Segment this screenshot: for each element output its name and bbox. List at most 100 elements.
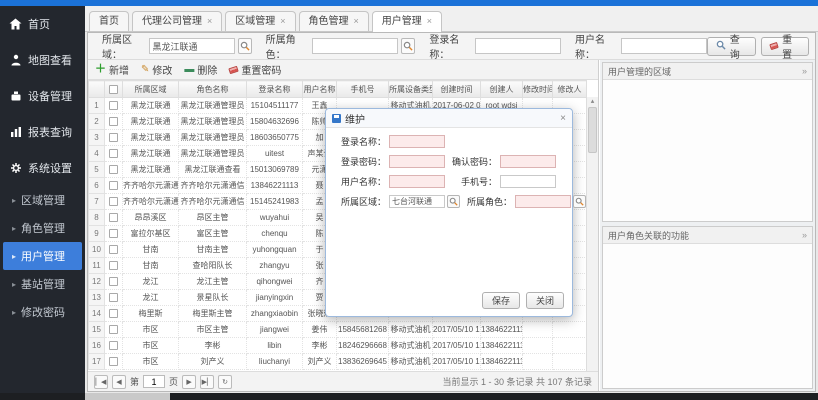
row-checkbox[interactable] (109, 357, 118, 366)
region-field[interactable] (389, 195, 445, 208)
row-checkbox[interactable] (109, 245, 118, 254)
row-checkbox[interactable] (109, 181, 118, 190)
user-name-field[interactable] (389, 175, 445, 188)
row-checkbox[interactable] (109, 309, 118, 318)
search-role-label: 所属角色： (266, 31, 310, 61)
sidebar-item-user-management[interactable]: ▸ 用户管理 (3, 242, 82, 270)
save-button[interactable]: 保存 (482, 292, 520, 309)
select-all-checkbox[interactable] (109, 85, 118, 94)
column-header[interactable]: 所属区域 (123, 81, 179, 98)
tab-close-icon[interactable]: × (354, 12, 359, 31)
row-checkbox[interactable] (109, 133, 118, 142)
row-checkbox[interactable] (109, 261, 118, 270)
search-role-input[interactable] (312, 38, 398, 54)
column-header[interactable]: 修改时间 (523, 81, 553, 98)
confirm-password-field[interactable] (500, 155, 556, 168)
table-cell (553, 322, 587, 338)
table-cell (553, 354, 587, 370)
collapse-right-icon[interactable]: » (802, 230, 807, 240)
role-field[interactable] (515, 195, 571, 208)
table-cell: 黑龙江联通 (123, 98, 179, 114)
tab-user-management[interactable]: 用户管理× (372, 11, 442, 32)
column-header[interactable]: 创建时间 (433, 81, 481, 98)
query-button[interactable]: 查询 (707, 37, 756, 56)
reset-password-button[interactable]: 重置密码 (229, 62, 281, 77)
tab-close-icon[interactable]: × (280, 12, 285, 31)
row-checkbox[interactable] (109, 197, 118, 206)
sidebar-item-map-view[interactable]: 地图查看 (0, 42, 85, 78)
row-checkbox[interactable] (109, 293, 118, 302)
grid-vertical-scrollbar[interactable]: ▴ (586, 97, 598, 371)
region-lookup-button[interactable] (447, 195, 460, 208)
region-label: 所属区域： (334, 195, 386, 208)
sidebar-item-basestation-management[interactable]: ▸ 基站管理 (0, 270, 85, 298)
sidebar-item-home[interactable]: 首页 (0, 6, 85, 42)
sidebar-item-change-password[interactable]: ▸ 修改密码 (0, 298, 85, 326)
role-lookup-button[interactable] (573, 195, 586, 208)
row-checkbox[interactable] (109, 149, 118, 158)
row-checkbox[interactable] (109, 101, 118, 110)
dialog-close-icon[interactable]: × (560, 113, 566, 124)
refresh-icon[interactable]: ↻ (218, 375, 232, 389)
table-row[interactable]: 15市区市区主管jiangwei姜伟15845681268移动式油机2017/0… (89, 322, 587, 338)
first-page-button[interactable]: ▏◀ (94, 375, 108, 389)
row-checkbox[interactable] (109, 229, 118, 238)
table-row[interactable]: 17市区刘产义liuchanyi刘产义13836269645移动式油机2017/… (89, 354, 587, 370)
region-lookup-button[interactable] (238, 38, 252, 54)
table-cell: 黑龙江联通 (123, 146, 179, 162)
column-header[interactable]: 修改人 (553, 81, 587, 98)
column-header[interactable]: 所属设备类型 (389, 81, 433, 98)
search-user-name-input[interactable] (621, 38, 707, 54)
table-cell: 15013069789 (247, 162, 303, 178)
sidebar-item-reports[interactable]: 报表查询 (0, 114, 85, 150)
table-cell: 齐齐哈尔元潇通信 (179, 194, 247, 210)
column-header[interactable]: 创建人 (481, 81, 523, 98)
tab-role-management[interactable]: 角色管理× (299, 11, 369, 31)
login-name-field[interactable] (389, 135, 445, 148)
search-login-name-input[interactable] (475, 38, 561, 54)
mobile-field[interactable] (500, 175, 556, 188)
table-cell: 移动式油机 (389, 354, 433, 370)
table-cell: 齐齐哈尔元潇通信 (123, 194, 179, 210)
table-row[interactable]: 16市区李彬libin李彬18246296668移动式油机2017/05/10 … (89, 338, 587, 354)
search-region-input[interactable] (149, 38, 235, 54)
table-cell: 黑龙江联通查看 (179, 162, 247, 178)
table-cell: libin (247, 338, 303, 354)
prev-page-button[interactable]: ◀ (112, 375, 126, 389)
role-lookup-button[interactable] (401, 38, 415, 54)
tab-region-management[interactable]: 区域管理× (225, 11, 295, 31)
row-checkbox[interactable] (109, 213, 118, 222)
add-button[interactable]: ＋新增 (95, 62, 129, 77)
row-checkbox[interactable] (109, 325, 118, 334)
last-page-button[interactable]: ▶▏ (200, 375, 214, 389)
table-cell: 甘南 (123, 258, 179, 274)
page-number-input[interactable] (143, 375, 165, 388)
column-header[interactable]: 登录名称 (247, 81, 303, 98)
reset-button[interactable]: 重置 (761, 37, 809, 56)
column-header[interactable]: 用户名称 (303, 81, 337, 98)
tab-home[interactable]: 首页 (89, 11, 129, 31)
user-name-label: 用户名称： (334, 175, 386, 188)
collapse-right-icon[interactable]: » (802, 66, 807, 76)
table-cell: 市区主管 (179, 322, 247, 338)
sidebar-item-region-management[interactable]: ▸ 区域管理 (0, 186, 85, 214)
column-header[interactable]: 角色名称 (179, 81, 247, 98)
sidebar-item-role-management[interactable]: ▸ 角色管理 (0, 214, 85, 242)
edit-button[interactable]: ✎修改 (141, 62, 172, 77)
row-checkbox[interactable] (109, 165, 118, 174)
delete-button[interactable]: ▬删除 (184, 62, 217, 77)
row-checkbox[interactable] (109, 341, 118, 350)
sidebar-item-devices[interactable]: 设备管理 (0, 78, 85, 114)
close-button[interactable]: 关闭 (526, 292, 564, 309)
tab-close-icon[interactable]: × (207, 12, 212, 31)
table-cell: 刘产义 (303, 354, 337, 370)
next-page-button[interactable]: ▶ (182, 375, 196, 389)
row-checkbox[interactable] (109, 277, 118, 286)
row-checkbox[interactable] (109, 117, 118, 126)
dialog-title-bar[interactable]: 维护 × (326, 109, 572, 128)
column-header[interactable]: 手机号 (337, 81, 389, 98)
tab-close-icon[interactable]: × (427, 12, 432, 31)
sidebar-item-system-settings[interactable]: 系统设置 (0, 150, 85, 186)
login-password-field[interactable] (389, 155, 445, 168)
tab-agent-company[interactable]: 代理公司管理× (132, 11, 222, 31)
